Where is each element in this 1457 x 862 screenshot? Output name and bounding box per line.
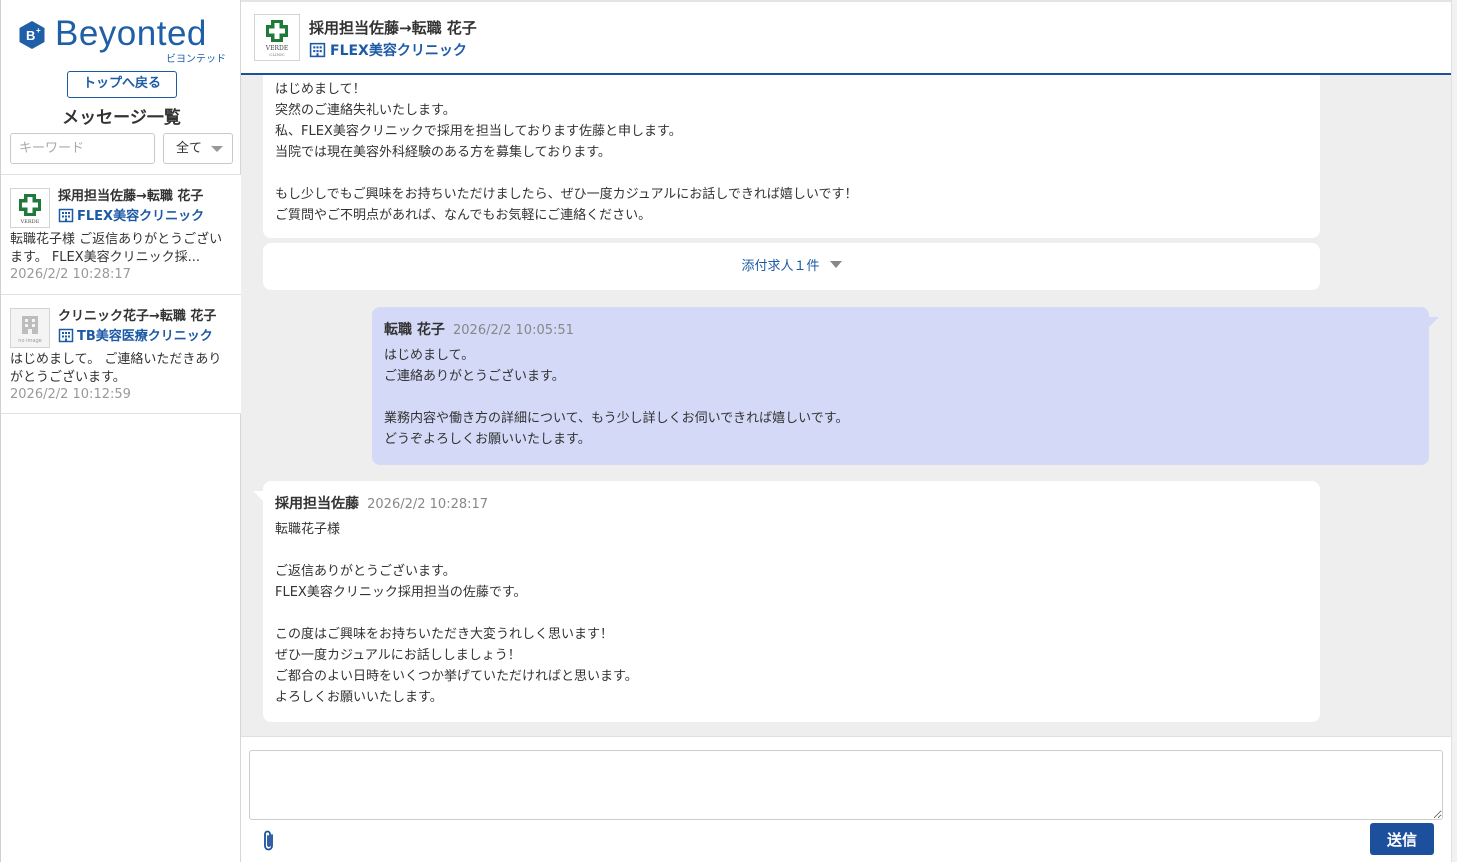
svg-text:B: B (26, 28, 35, 43)
brand-logo[interactable]: B + Beyonted ビヨンテッド (17, 14, 232, 66)
svg-text:no image: no image (18, 338, 41, 344)
brand-kana: ビヨンテッド (166, 54, 226, 65)
filter-selected-value: 全て (176, 141, 203, 156)
message-time: 2026/2/2 10:05:51 (453, 323, 574, 338)
paperclip-icon[interactable] (262, 829, 276, 853)
message-line: ぜひ一度カジュアルにお話ししましょう！ (275, 648, 521, 663)
no-image-building-icon: no image (11, 309, 49, 347)
verde-clinic-logo-icon: VERDE (19, 194, 41, 225)
verde-clinic-avatar: VERDE (10, 188, 50, 228)
message-line: この度はご興味をお持ちいただき大変うれしく思います！ (275, 627, 614, 642)
bubble-tail (253, 491, 263, 501)
conversation-clinic-name: FLEX美容クリニック (330, 43, 467, 59)
message-line (275, 540, 1308, 561)
message-line: 突然のご連絡失礼いたします。 (275, 103, 456, 118)
building-icon (58, 328, 74, 343)
verde-clinic-logo-icon: VERDE CLINIC (265, 20, 288, 57)
thread-preview: 転職花子様 ご返信ありがとうございます。 FLEX美容クリニック採... (10, 232, 223, 265)
message-line: ご質問やご不明点があれば、なんでもお気軽にご連絡ください。 (275, 208, 652, 223)
brand-name: Beyonted (55, 14, 207, 53)
message-bubble-incoming: はじめまして！ 突然のご連絡失礼いたします。 私、FLEX美容クリニックで採用を… (263, 75, 1320, 238)
message-line (275, 603, 1308, 624)
chevron-down-icon (829, 261, 842, 268)
building-icon (58, 208, 74, 223)
thread-clinic-name: FLEX美容クリニック (77, 209, 205, 224)
bubble-tail (1429, 317, 1439, 327)
brand-hexagon-icon: B + (19, 21, 45, 49)
message-line: はじめまして！ (275, 82, 366, 97)
sidebar: B + Beyonted ビヨンテッド トップへ戻る メッセージ一覧 全て VE… (0, 0, 241, 862)
message-line: 当院では現在美容外科経験のある方を募集しております。 (275, 145, 611, 160)
message-line: 私、FLEX美容クリニックで採用を担当しております佐藤と申します。 (275, 124, 682, 139)
message-input[interactable] (249, 750, 1443, 820)
thread-participants: 採用担当佐藤→転職 花子 (58, 189, 204, 204)
message-list-title: メッセージ一覧 (62, 108, 181, 128)
attached-jobs-label: 添付求人１件 (741, 259, 820, 274)
message-header: 採用担当佐藤 2026/2/2 10:28:17 (275, 493, 1308, 513)
message-line: 業務内容や働き方の詳細について、もう少し詳しくお伺いできれば嬉しいです。 (384, 411, 849, 426)
message-body: はじめまして！ 突然のご連絡失礼いたします。 私、FLEX美容クリニックで採用を… (275, 79, 1308, 226)
keyword-search-input[interactable] (10, 133, 155, 164)
message-line (275, 163, 1308, 184)
conversation-participants: 採用担当佐藤→転職 花子 (309, 19, 477, 37)
message-body: 転職花子様 ご返信ありがとうございます。 FLEX美容クリニック採用担当の佐藤で… (275, 519, 1308, 708)
building-icon (309, 42, 326, 58)
message-line: はじめまして。 (384, 348, 475, 363)
message-line: ご返信ありがとうございます。 (275, 564, 456, 579)
compose-area: 送信 (241, 736, 1451, 862)
message-sender: 採用担当佐藤 (275, 496, 359, 512)
message-line: ご都合のよい日時をいくつか挙げていただければと思います。 (275, 669, 638, 684)
filter-select[interactable]: 全て (163, 133, 233, 164)
thread-clinic-name: TB美容医療クリニック (77, 329, 213, 344)
message-line: 転職花子様 (275, 522, 341, 537)
thread-item[interactable]: no image クリニック花子→転職 花子 TB美容医療クリニック はじめまし… (1, 294, 241, 414)
message-header: 転職 花子 2026/2/2 10:05:51 (384, 319, 1417, 339)
thread-clinic[interactable]: TB美容医療クリニック (58, 325, 213, 344)
svg-text:VERDE: VERDE (20, 219, 40, 225)
conversation-clinic[interactable]: FLEX美容クリニック (309, 40, 467, 60)
message-time: 2026/2/2 10:28:17 (367, 497, 489, 512)
message-thread[interactable]: はじめまして！ 突然のご連絡失礼いたします。 私、FLEX美容クリニックで採用を… (241, 75, 1451, 736)
attached-jobs-toggle[interactable]: 添付求人１件 (263, 243, 1320, 290)
message-line: もし少しでもご興味をお持ちいただけましたら、ぜひ一度カジュアルにお話しできれば嬉… (275, 187, 858, 202)
svg-text:CLINIC: CLINIC (269, 52, 284, 57)
page-scrollbar[interactable] (1451, 0, 1457, 862)
thread-time: 2026/2/2 10:12:59 (10, 387, 131, 402)
chevron-down-icon (211, 146, 223, 152)
back-to-top-button[interactable]: トップへ戻る (67, 71, 177, 98)
message-sender: 転職 花子 (384, 322, 445, 338)
thread-preview: はじめまして。 ご連絡いただきありがとうございます。 (10, 352, 222, 385)
message-bubble-outgoing: 転職 花子 2026/2/2 10:05:51 はじめまして。 ご連絡ありがとう… (372, 307, 1439, 465)
thread-time: 2026/2/2 10:28:17 (10, 267, 131, 282)
thread-item[interactable]: VERDE 採用担当佐藤→転職 花子 FLEX美容クリニック 転職花子様 ご返信… (1, 174, 241, 294)
message-line (384, 387, 1417, 408)
message-bubble-incoming: 採用担当佐藤 2026/2/2 10:28:17 転職花子様 ご返信ありがとうご… (253, 481, 1320, 722)
message-body: はじめまして。 ご連絡ありがとうございます。 業務内容や働き方の詳細について、も… (384, 345, 1417, 450)
message-line: どうぞよろしくお願いいたします。 (384, 432, 591, 447)
message-line: よろしくお願いいたします。 (275, 690, 443, 705)
thread-participants: クリニック花子→転職 花子 (58, 309, 217, 324)
thread-clinic[interactable]: FLEX美容クリニック (58, 205, 204, 224)
message-line: ご連絡ありがとうございます。 (384, 369, 565, 384)
no-image-avatar: no image (10, 308, 50, 348)
svg-text:+: + (36, 26, 41, 35)
message-line: FLEX美容クリニック採用担当の佐藤です。 (275, 585, 527, 600)
svg-text:VERDE: VERDE (265, 45, 288, 52)
verde-clinic-avatar: VERDE CLINIC (254, 14, 300, 61)
send-button[interactable]: 送信 (1370, 823, 1434, 855)
conversation-header: VERDE CLINIC 採用担当佐藤→転職 花子 FLEX美容クリニック (241, 0, 1451, 75)
